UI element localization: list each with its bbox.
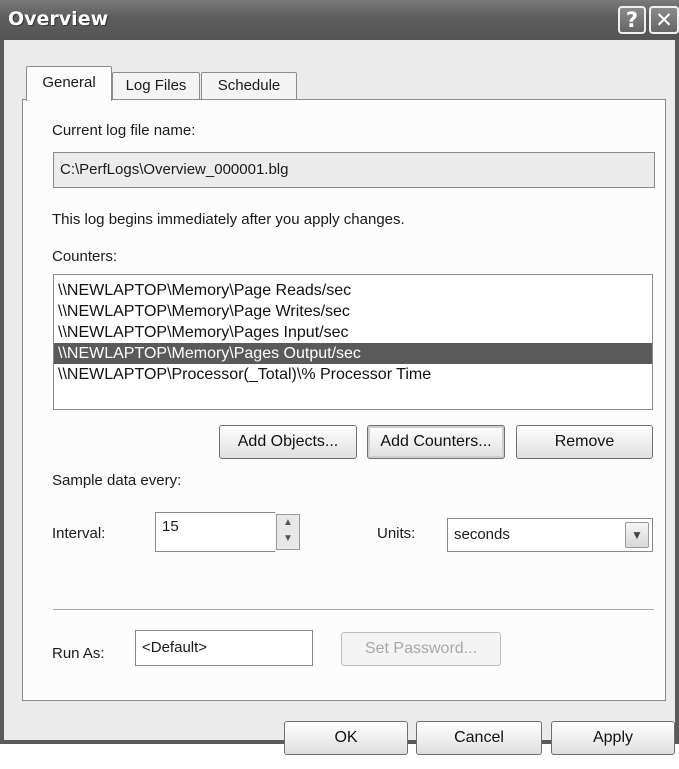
- spin-up-icon[interactable]: ▲: [277, 515, 299, 531]
- interval-label: Interval:: [52, 525, 106, 542]
- current-log-label: Current log file name:: [52, 122, 196, 139]
- general-tab-panel: Current log file name: C:\PerfLogs\Overv…: [22, 99, 666, 701]
- current-log-field: C:\PerfLogs\Overview_000001.blg: [53, 152, 655, 188]
- sample-data-label: Sample data every:: [52, 472, 182, 489]
- spin-down-icon[interactable]: ▼: [277, 531, 299, 547]
- title-bar[interactable]: Overview ? ✕: [0, 0, 679, 40]
- apply-button[interactable]: Apply: [551, 721, 675, 755]
- log-begins-text: This log begins immediately after you ap…: [52, 211, 405, 228]
- counter-list-item[interactable]: \\NEWLAPTOP\Memory\Page Writes/sec: [54, 301, 652, 322]
- interval-spinner[interactable]: ▲ ▼: [276, 514, 300, 550]
- counter-list-item[interactable]: \\NEWLAPTOP\Memory\Page Reads/sec: [54, 280, 652, 301]
- counter-list-item[interactable]: \\NEWLAPTOP\Memory\Pages Input/sec: [54, 322, 652, 343]
- set-password-button: Set Password...: [341, 632, 501, 666]
- tab-schedule[interactable]: Schedule: [201, 72, 297, 100]
- help-button[interactable]: ?: [618, 6, 646, 34]
- counter-list-item[interactable]: \\NEWLAPTOP\Memory\Pages Output/sec: [54, 343, 652, 364]
- cancel-button[interactable]: Cancel: [416, 721, 542, 755]
- close-button[interactable]: ✕: [649, 6, 679, 34]
- interval-input[interactable]: 15: [155, 512, 275, 552]
- add-counters-button[interactable]: Add Counters...: [367, 425, 505, 459]
- counters-list[interactable]: \\NEWLAPTOP\Memory\Page Reads/sec \\NEWLA…: [53, 274, 653, 410]
- tab-general[interactable]: General: [26, 66, 112, 101]
- run-as-input[interactable]: <Default>: [135, 630, 313, 666]
- run-as-label: Run As:: [52, 645, 105, 662]
- section-divider: [53, 609, 654, 611]
- add-objects-button[interactable]: Add Objects...: [219, 425, 357, 459]
- chevron-down-icon[interactable]: ▼: [625, 522, 649, 548]
- counter-list-item[interactable]: \\NEWLAPTOP\Processor(_Total)\% Processo…: [54, 364, 652, 385]
- ok-button[interactable]: OK: [284, 721, 408, 755]
- units-select[interactable]: seconds: [447, 518, 653, 552]
- remove-button[interactable]: Remove: [516, 425, 653, 459]
- counters-label: Counters:: [52, 248, 118, 265]
- window-title: Overview: [8, 8, 109, 30]
- tab-log-files[interactable]: Log Files: [112, 72, 200, 100]
- units-label: Units:: [377, 525, 416, 542]
